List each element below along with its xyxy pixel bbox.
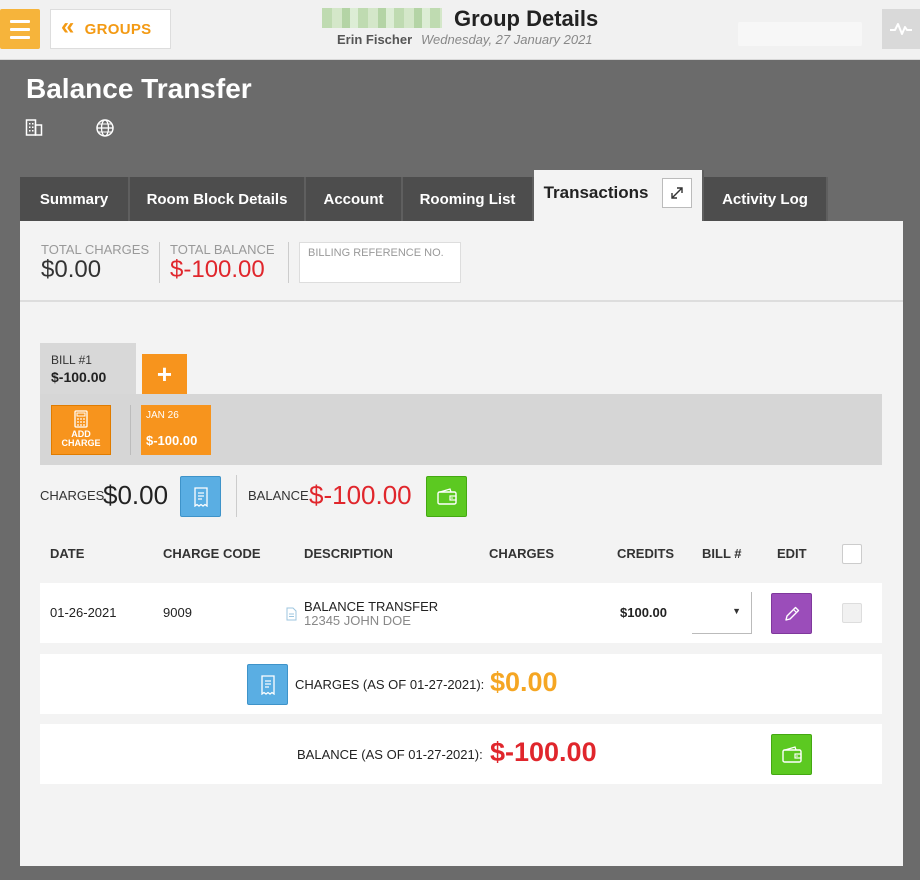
row-charge-code: 9009 xyxy=(163,605,192,620)
tab-transactions-label: Transactions xyxy=(543,183,649,202)
tab-summary[interactable]: Summary xyxy=(20,177,130,222)
charges-as-of-label: CHARGES (AS OF 01-27-2021): xyxy=(295,677,485,692)
billing-reference-placeholder: BILLING REFERENCE NO. xyxy=(308,247,444,259)
dropdown-caret-icon: ▼ xyxy=(732,606,741,616)
header-date[interactable]: DATE xyxy=(50,546,84,561)
summary-row: TOTAL CHARGES $0.00 TOTAL BALANCE $-100.… xyxy=(20,221,903,302)
tab-account[interactable]: Account xyxy=(306,177,403,222)
page-title: Group Details xyxy=(454,6,599,31)
redacted-group-name xyxy=(322,8,442,28)
groups-label: GROUPS xyxy=(84,20,152,38)
charges-label: CHARGES xyxy=(40,488,105,503)
receipt-icon xyxy=(193,486,208,507)
payment-button[interactable] xyxy=(426,476,467,517)
edit-button[interactable] xyxy=(771,593,812,634)
total-charges-value: $0.00 xyxy=(41,256,102,283)
tab-bar: Summary Room Block Details Account Roomi… xyxy=(20,170,828,222)
row-sub-description: 12345 JOHN DOE xyxy=(304,613,411,628)
charges-value: $0.00 xyxy=(103,480,169,510)
transactions-panel: TOTAL CHARGES $0.00 TOTAL BALANCE $-100.… xyxy=(20,221,903,866)
globe-icon[interactable] xyxy=(95,118,115,138)
balance-as-of-label: BALANCE (AS OF 01-27-2021): xyxy=(297,747,483,762)
building-icon[interactable] xyxy=(25,118,43,136)
balance-label: BALANCE xyxy=(248,488,309,503)
date-card-date: JAN 26 xyxy=(146,410,179,421)
billing-reference-input[interactable]: BILLING REFERENCE NO. xyxy=(299,242,461,283)
tab-activity-log[interactable]: Activity Log xyxy=(704,177,828,222)
group-title: Balance Transfer xyxy=(26,73,252,104)
add-charge-label: ADD CHARGE xyxy=(61,429,101,448)
payment-button[interactable] xyxy=(771,734,812,775)
header-charge-code[interactable]: CHARGE CODE xyxy=(163,546,261,561)
header-edit: EDIT xyxy=(777,546,807,561)
hamburger-icon xyxy=(10,19,30,23)
receipt-icon xyxy=(260,674,275,695)
date-card[interactable]: JAN 26 $-100.00 xyxy=(141,405,211,455)
user-name: Erin Fischer xyxy=(337,32,413,47)
row-description: BALANCE TRANSFER xyxy=(304,599,439,614)
menu-button[interactable] xyxy=(0,9,40,49)
row-credits: $100.00 xyxy=(620,605,667,620)
select-all-checkbox[interactable] xyxy=(842,544,862,564)
header-credits[interactable]: CREDITS xyxy=(617,546,674,561)
back-to-groups-button[interactable]: « GROUPS xyxy=(50,9,171,49)
add-bill-button[interactable]: + xyxy=(142,354,187,394)
wallet-icon xyxy=(781,745,802,763)
tab-room-block-details[interactable]: Room Block Details xyxy=(130,177,306,222)
bill-number-select[interactable]: ▼ xyxy=(692,592,752,634)
row-checkbox[interactable] xyxy=(842,603,862,623)
total-balance-label: TOTAL BALANCE xyxy=(170,242,275,257)
document-icon[interactable] xyxy=(286,607,297,621)
add-charge-button[interactable]: ADD CHARGE xyxy=(51,405,111,455)
header-charges[interactable]: CHARGES xyxy=(489,546,554,561)
bill-name: BILL #1 xyxy=(51,353,92,367)
pulse-icon xyxy=(890,23,912,35)
double-chevron-left-icon: « xyxy=(61,13,75,40)
balance-summary-row: BALANCE (AS OF 01-27-2021): $-100.00 xyxy=(40,724,882,784)
expand-icon xyxy=(671,187,684,199)
print-receipt-button[interactable] xyxy=(180,476,221,517)
pencil-icon xyxy=(784,606,799,621)
bill-totals: CHARGES $0.00 BALANCE $-100.00 xyxy=(40,475,882,517)
header-bill-number[interactable]: BILL # xyxy=(702,546,742,561)
header-description[interactable]: DESCRIPTION xyxy=(304,546,393,561)
transactions-table-header: DATE CHARGE CODE DESCRIPTION CHARGES CRE… xyxy=(40,537,882,571)
bill-date-strip: ADD CHARGE JAN 26 $-100.00 xyxy=(40,394,882,465)
bill-tab[interactable]: BILL #1 $-100.00 xyxy=(40,343,136,394)
tab-rooming-list[interactable]: Rooming List xyxy=(403,177,534,222)
charges-as-of-value: $0.00 xyxy=(490,667,558,697)
top-bar: « GROUPS Group Details Erin Fischer Wedn… xyxy=(0,0,920,60)
wallet-icon xyxy=(436,487,457,505)
print-charges-button[interactable] xyxy=(247,664,288,705)
row-date: 01-26-2021 xyxy=(50,605,117,620)
total-charges-label: TOTAL CHARGES xyxy=(41,242,150,257)
expand-button[interactable] xyxy=(662,178,693,208)
current-date: Wednesday, 27 January 2021 xyxy=(421,32,593,47)
balance-as-of-value: $-100.00 xyxy=(490,737,597,767)
calculator-icon xyxy=(74,410,88,428)
tab-transactions[interactable]: Transactions xyxy=(534,170,704,222)
bill-amount: $-100.00 xyxy=(51,369,107,385)
date-card-amount: $-100.00 xyxy=(146,433,198,448)
charges-summary-row: CHARGES (AS OF 01-27-2021): $0.00 xyxy=(40,654,882,714)
search-field[interactable] xyxy=(738,22,862,46)
activity-button[interactable] xyxy=(882,9,920,49)
total-balance-value: $-100.00 xyxy=(170,256,265,283)
table-row[interactable]: 01-26-2021 9009 BALANCE TRANSFER 12345 J… xyxy=(40,583,882,643)
balance-value: $-100.00 xyxy=(309,480,412,510)
